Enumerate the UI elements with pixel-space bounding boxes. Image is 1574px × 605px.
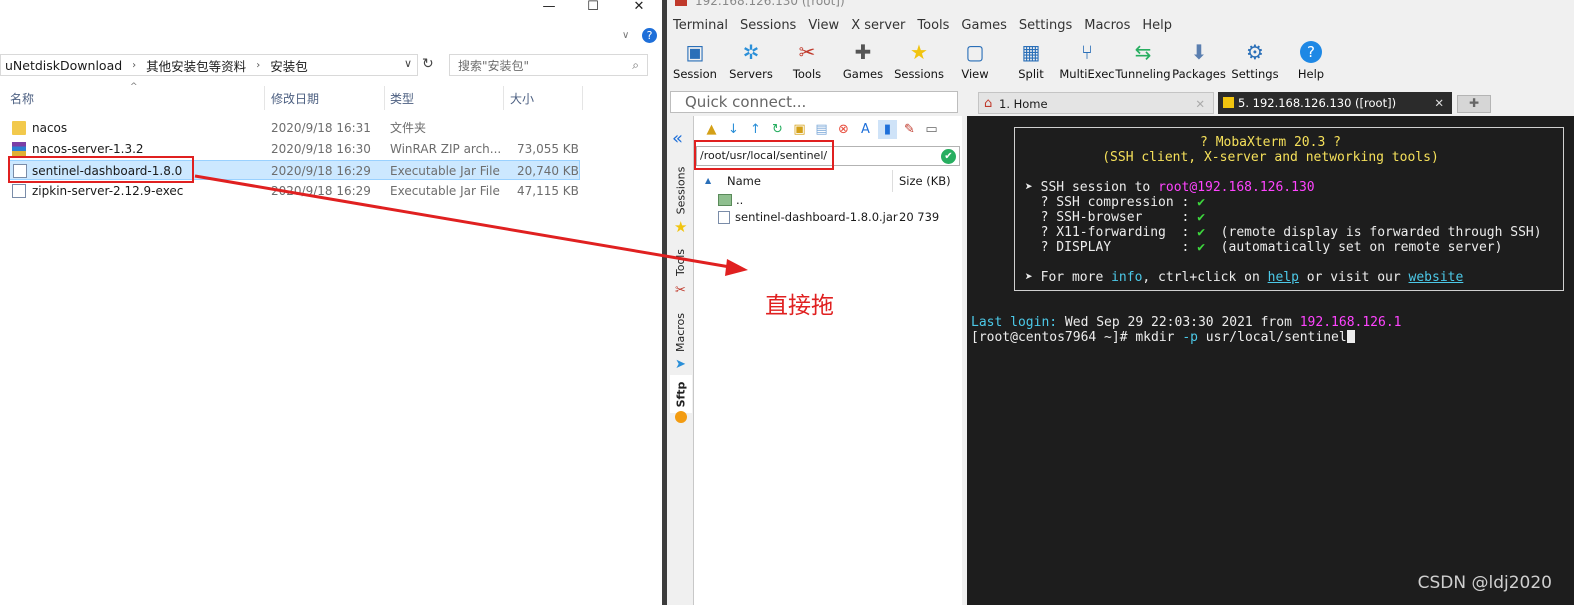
- drag-arrow-head: [725, 259, 748, 276]
- drag-arrow-line: [194, 174, 731, 269]
- drag-annotation-label: 直接拖: [765, 293, 834, 319]
